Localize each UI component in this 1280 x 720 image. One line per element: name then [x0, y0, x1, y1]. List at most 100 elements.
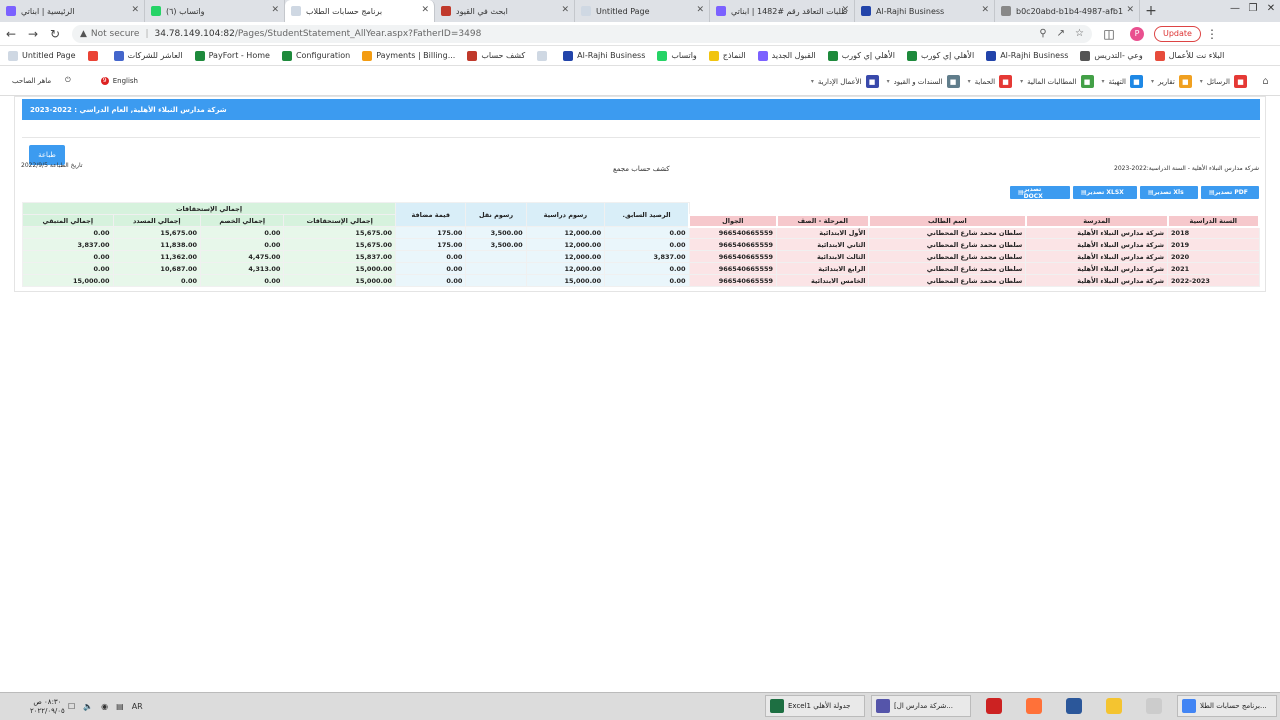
volume-icon[interactable]: 🔈 [83, 702, 93, 711]
tab-close-icon[interactable]: ✕ [561, 5, 569, 15]
bookmark-item[interactable]: Al-Rajhi Business [986, 50, 1068, 61]
browser-tab[interactable]: b0c20abd-b1b4-4987-afb1 ✕ [995, 0, 1140, 22]
bookmark-item[interactable]: Al-Rajhi Business [563, 50, 646, 61]
table-row[interactable]: 2022-2023 شركة مدارس النبلاء الأهلية سلطان… [22, 274, 1260, 287]
bookmark-item[interactable]: وعي -التدريس [1080, 50, 1143, 61]
star-icon[interactable]: ☆ [1075, 28, 1084, 39]
menu-item[interactable]: ■ الأعمال الإدارية ▾ [811, 75, 879, 88]
bookmark-item[interactable]: النماذج [708, 50, 746, 61]
col-total-dues[interactable]: إجمالي الإستحقاقات [283, 214, 397, 227]
menu-item[interactable]: ■ الرسائل ▾ [1200, 75, 1247, 88]
browser-tab[interactable]: برنامج حسابات الطلاب ✕ [285, 0, 435, 22]
table-row[interactable]: 2019 شركة مدارس النبلاء الأهلية سلطان محمد… [22, 238, 1260, 251]
notifications-icon[interactable]: ☐ [68, 702, 75, 711]
tab-close-icon[interactable]: ✕ [131, 5, 139, 15]
menu-item[interactable]: ■ الحماية ▾ [968, 75, 1013, 88]
tab-close-icon[interactable]: ✕ [271, 5, 279, 15]
reload-icon[interactable]: ↻ [44, 27, 66, 41]
url-path: /Pages/StudentStatement_AllYear.aspx?Fat… [234, 28, 482, 39]
tab-close-icon[interactable]: ✕ [841, 5, 849, 15]
notification-badge[interactable]: 9 [100, 76, 109, 85]
system-clock[interactable]: ٠٨:٣٠ ص ٢٠٢٢/٠٩/٠٥ [30, 698, 65, 716]
table-row[interactable]: 2020 شركة مدارس النبلاء الأهلية سلطان محمد… [22, 250, 1260, 263]
close-icon[interactable]: ✕ [1262, 0, 1280, 16]
profile-avatar[interactable]: P [1130, 26, 1144, 41]
back-icon[interactable]: ← [0, 27, 22, 41]
col-grade[interactable]: المرحلة - الصف [775, 213, 870, 228]
menu-item[interactable]: ■ السندات و القيود ▾ [887, 75, 960, 88]
taskbar-window-button[interactable]: Excel1 جدولة الأهلي [765, 695, 865, 717]
zoom-icon[interactable]: ⚲ [1039, 28, 1046, 39]
export-button[interactable]: ▤ تصدير Xls [1140, 186, 1198, 199]
home-menu-item[interactable]: ⌂ [1255, 75, 1272, 88]
browser-tab[interactable]: Untitled Page ✕ [575, 0, 710, 22]
new-tab-icon[interactable]: + [1140, 0, 1162, 22]
bookmark-item[interactable]: البلاء نت للأعمال [1154, 50, 1224, 61]
bookmark-item[interactable]: العاشر للشركات [113, 50, 183, 61]
forward-icon[interactable]: → [22, 27, 44, 41]
browser-tab[interactable]: طلبات التعاقد رقم #1482 | ابناتي ✕ [710, 0, 855, 22]
bookmark-item[interactable]: PayFort - Home [194, 50, 270, 61]
update-button[interactable]: Update [1154, 25, 1201, 42]
bookmark-item[interactable]: Configuration [281, 50, 350, 61]
col-previous-balance[interactable]: الرصيد السابق. [604, 202, 690, 227]
browser-tab[interactable]: Al-Rajhi Business ✕ [855, 0, 995, 22]
main-menu: ⌂ ■ الرسائل ▾ ■ تقارير ▾ ■ التهيئة ▾ ■ المطالبات ال… [811, 75, 1272, 88]
bookmark-item[interactable]: Untitled Page [8, 50, 76, 61]
bookmark-item[interactable]: Payments | Billing... [362, 50, 455, 61]
taskbar-window-button[interactable]: برنامج حسابات الطلا... [1177, 695, 1277, 717]
tab-close-icon[interactable]: ✕ [1126, 5, 1134, 15]
bookmark-item[interactable]: القبول الجديد [757, 50, 816, 61]
col-total-remaining[interactable]: إجمالي المتبقي [22, 214, 114, 227]
kebab-menu-icon[interactable]: ⋮ [1201, 27, 1223, 41]
tab-close-icon[interactable]: ✕ [981, 5, 989, 15]
power-icon[interactable]: ⏻ [65, 76, 71, 85]
sidebar-icon[interactable]: ◫ [1098, 27, 1120, 41]
col-total-paid[interactable]: إجمالي المسدد [112, 214, 202, 227]
bookmark-item[interactable]: كشف حساب [467, 50, 525, 61]
taskbar-app-icon[interactable] [982, 695, 1006, 717]
tab-close-icon[interactable]: ✕ [696, 5, 704, 15]
tab-close-icon[interactable]: ✕ [421, 5, 429, 15]
bookmark-icon [467, 50, 478, 61]
menu-item[interactable]: ■ التهيئة ▾ [1102, 75, 1143, 88]
col-transport[interactable]: رسوم نقل [465, 202, 527, 227]
browser-tab[interactable]: (٦) واتساب ✕ [145, 0, 285, 22]
browser-tab[interactable]: ابحث في القيود ✕ [435, 0, 575, 22]
taskbar-app-icon[interactable] [1102, 695, 1126, 717]
taskbar-app-icon[interactable] [1142, 695, 1166, 717]
battery-icon[interactable]: ▤ [116, 702, 124, 711]
tray-language[interactable]: AR [132, 702, 143, 711]
col-tuition[interactable]: رسوم دراسية [525, 202, 606, 227]
col-school-year[interactable]: السنة الدراسية [1166, 213, 1261, 228]
export-button[interactable]: ▤ تصدير DOCX [1010, 186, 1070, 200]
col-school[interactable]: المدرسة [1024, 213, 1169, 228]
export-button[interactable]: ▤ تصدير XLSX [1073, 186, 1137, 199]
taskbar-app-icon[interactable] [1062, 695, 1086, 717]
share-icon[interactable]: ↗ [1057, 28, 1065, 39]
col-total-discount[interactable]: إجمالي الخصم [200, 214, 285, 227]
user-name[interactable]: ماهر الصاحب [12, 77, 51, 85]
bookmark-item[interactable]: واتساب [657, 50, 697, 61]
minimize-icon[interactable]: — [1226, 0, 1244, 16]
taskbar-window-button[interactable]: [شركة مدارس ال... [871, 695, 971, 717]
bookmark-item[interactable]: الأهلي إي كورب [906, 50, 974, 61]
bookmark-item[interactable] [537, 50, 551, 61]
menu-item[interactable]: ■ المطالبات المالية ▾ [1020, 75, 1094, 88]
col-mobile[interactable]: الجوال [688, 213, 778, 228]
col-vat[interactable]: قيمة مضافة [395, 202, 467, 227]
language-switch[interactable]: 9 English [100, 76, 138, 85]
taskbar-app-icon[interactable] [1022, 695, 1046, 717]
bookmark-item[interactable]: الأهلي إي كورب [827, 50, 895, 61]
bookmark-item[interactable] [87, 50, 102, 61]
restore-icon[interactable]: ❐ [1244, 0, 1262, 16]
export-button[interactable]: ▤ تصدير PDF [1201, 186, 1259, 199]
table-row[interactable]: 2018 شركة مدارس النبلاء الأهلية سلطان محمد… [22, 226, 1260, 239]
menu-item[interactable]: ■ تقارير ▾ [1151, 75, 1192, 88]
col-student-name[interactable]: اسم الطالب [867, 213, 1027, 228]
table-row[interactable]: 2021 شركة مدارس النبلاء الأهلية سلطان محمد… [22, 262, 1260, 275]
browser-tab[interactable]: الرئيسية | ابناتي ✕ [0, 0, 145, 22]
url-field[interactable]: ▲ Not secure | 34.78.149.104:82 /Pages/S… [72, 24, 1092, 43]
network-icon[interactable]: ◉ [101, 702, 108, 711]
bookmark-label: Al-Rajhi Business [577, 51, 646, 60]
